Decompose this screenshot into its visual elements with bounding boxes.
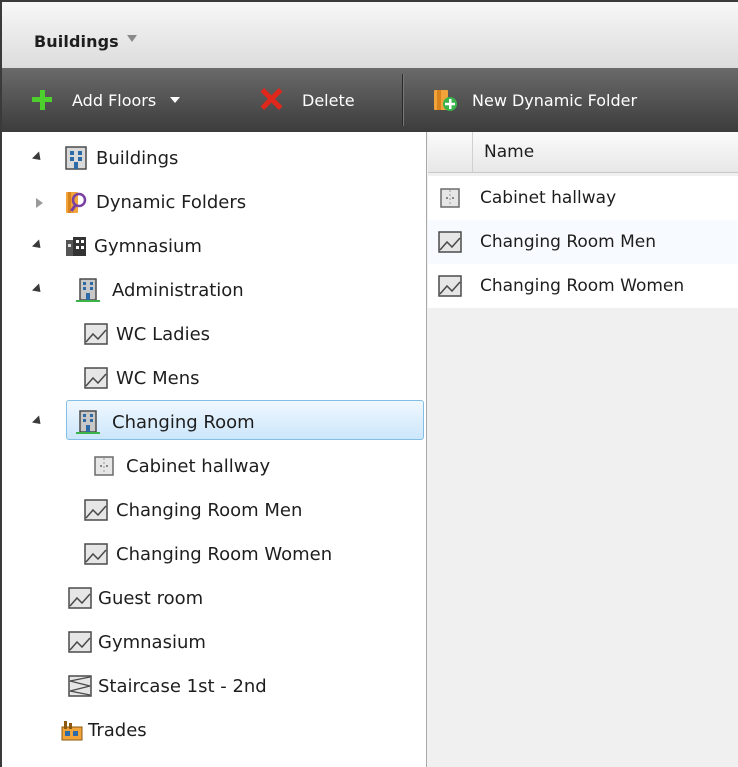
tree-item-trades[interactable]: Trades: [2, 710, 426, 750]
list-item-name: Changing Room Women: [480, 276, 685, 296]
list-item-name: Cabinet hallway: [480, 188, 617, 208]
room-icon: [438, 274, 462, 298]
plus-icon: [32, 90, 52, 110]
tree-item-wc-ladies[interactable]: WC Ladies: [2, 314, 426, 354]
dynamic-folder-icon: [64, 190, 88, 214]
toolbar-separator: [402, 74, 404, 126]
building-icon: [64, 146, 88, 170]
tree-item-label: Buildings: [96, 148, 179, 169]
tree-item-label: Gymnasium: [94, 236, 202, 257]
list-header: Name: [428, 132, 738, 173]
tree-item-label: Changing Room Women: [116, 544, 333, 565]
tree-item-dynamic-folders[interactable]: Dynamic Folders: [2, 182, 426, 222]
tree-item-label: WC Ladies: [116, 324, 211, 345]
panel-title[interactable]: Buildings: [34, 32, 119, 51]
list-item[interactable]: Changing Room Women: [428, 264, 738, 308]
list-item[interactable]: Cabinet hallway: [428, 176, 738, 220]
tree-item-gymnasium-site[interactable]: Gymnasium: [2, 226, 426, 266]
buildings-app: Buildings Add Floors Delete New Dynamic …: [0, 0, 738, 767]
expand-arrow-icon[interactable]: [36, 198, 43, 208]
add-floors-label: Add Floors: [72, 90, 157, 110]
expand-arrow-icon[interactable]: [31, 415, 45, 428]
tree-item-buildings[interactable]: Buildings: [2, 138, 426, 178]
chevron-down-icon[interactable]: [127, 35, 137, 42]
content-list: Name Cabinet hallway Changing Room Men C…: [428, 132, 738, 767]
delete-label: Delete: [302, 90, 355, 110]
tree-item-cabinet-hallway[interactable]: Cabinet hallway: [2, 446, 426, 486]
room-icon: [438, 230, 462, 254]
panel-title-bar: Buildings: [0, 0, 738, 68]
list-header-icon-column[interactable]: [428, 132, 473, 172]
tree-item-administration[interactable]: Administration: [2, 270, 426, 310]
room-icon: [84, 542, 108, 566]
tree-item-label: Guest room: [98, 588, 204, 609]
site-icon: [64, 234, 88, 258]
room-icon: [84, 498, 108, 522]
expand-arrow-icon[interactable]: [31, 283, 45, 296]
room-icon: [68, 586, 92, 610]
add-floors-button[interactable]: Add Floors: [32, 68, 181, 132]
room-icon: [68, 630, 92, 654]
tree-item-label: Cabinet hallway: [126, 456, 271, 477]
tree-item-wc-mens[interactable]: WC Mens: [2, 358, 426, 398]
hallway-icon: [438, 186, 462, 210]
list-item[interactable]: Changing Room Men: [428, 220, 738, 264]
expand-arrow-icon[interactable]: [31, 239, 45, 252]
column-header-name[interactable]: Name: [484, 142, 534, 162]
building-icon: [76, 278, 100, 302]
building-tree: Buildings Dynamic Folders Gymnasium Admi…: [0, 132, 427, 767]
tree-item-label: Staircase 1st - 2nd: [98, 676, 267, 697]
trades-icon: [60, 718, 84, 742]
building-icon: [76, 410, 100, 434]
toolbar: Add Floors Delete New Dynamic Folder: [0, 68, 738, 132]
tree-item-changing-room[interactable]: Changing Room: [2, 402, 426, 442]
staircase-icon: [68, 674, 92, 698]
tree-item-label: Changing Room: [112, 412, 255, 433]
expand-arrow-icon[interactable]: [31, 151, 45, 164]
hallway-icon: [92, 454, 116, 478]
tree-item-label: Administration: [112, 280, 244, 301]
tree-item-guest-room[interactable]: Guest room: [2, 578, 426, 618]
tree-item-label: Dynamic Folders: [96, 192, 247, 213]
tree-item-changing-room-men[interactable]: Changing Room Men: [2, 490, 426, 530]
list-item-name: Changing Room Men: [480, 232, 657, 252]
new-dynamic-folder-icon: [432, 87, 458, 113]
new-dynamic-folder-label: New Dynamic Folder: [472, 90, 638, 110]
tree-item-label: Gymnasium: [98, 632, 206, 653]
delete-icon: [260, 88, 282, 110]
tree-item-label: Changing Room Men: [116, 500, 303, 521]
tree-item-changing-room-women[interactable]: Changing Room Women: [2, 534, 426, 574]
tree-item-label: Trades: [88, 720, 147, 741]
delete-button[interactable]: Delete: [260, 68, 355, 132]
chevron-down-icon[interactable]: [170, 97, 181, 103]
room-icon: [84, 322, 108, 346]
room-icon: [84, 366, 108, 390]
tree-item-label: WC Mens: [116, 368, 200, 389]
tree-item-staircase[interactable]: Staircase 1st - 2nd: [2, 666, 426, 706]
tree-item-gymnasium-room[interactable]: Gymnasium: [2, 622, 426, 662]
new-dynamic-folder-button[interactable]: New Dynamic Folder: [432, 68, 637, 132]
